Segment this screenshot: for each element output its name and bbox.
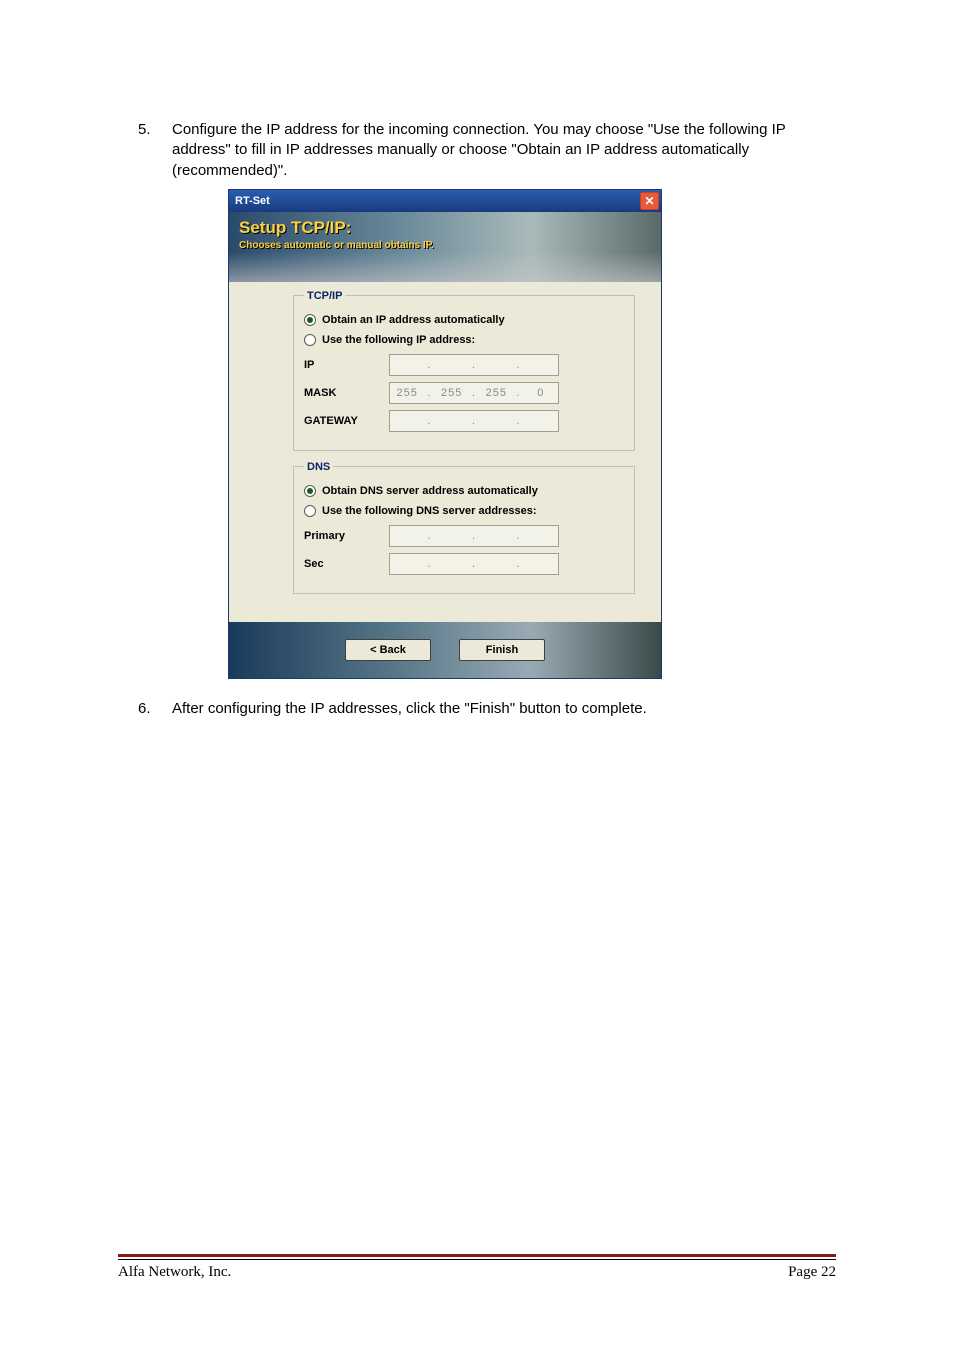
header-title: Setup TCP/IP:	[239, 218, 651, 238]
radio-label: Use the following IP address:	[322, 334, 475, 346]
window-title: RT-Set	[235, 195, 270, 207]
mask-label: MASK	[304, 387, 389, 399]
step-number: 6.	[138, 699, 172, 719]
header-subtitle: Chooses automatic or manual obtains IP.	[239, 240, 651, 251]
tcpip-group: TCP/IP Obtain an IP address automaticall…	[293, 290, 635, 451]
radio-icon	[304, 505, 316, 517]
dns-legend: DNS	[304, 461, 333, 473]
close-button[interactable]: ✕	[640, 192, 659, 210]
sec-input[interactable]: . . .	[389, 553, 559, 575]
radio-icon	[304, 334, 316, 346]
dialog-screenshot: RT-Set ✕ Setup TCP/IP: Chooses automatic…	[228, 189, 836, 679]
ip-label: IP	[304, 359, 389, 371]
radio-obtain-dns[interactable]: Obtain DNS server address automatically	[304, 485, 624, 497]
back-button[interactable]: < Back	[345, 639, 431, 661]
button-bar: < Back Finish	[229, 622, 661, 678]
gateway-input[interactable]: . . .	[389, 410, 559, 432]
page-footer: Alfa Network, Inc. Page 22	[118, 1254, 836, 1281]
footer-right: Page 22	[788, 1264, 836, 1281]
dialog-header: Setup TCP/IP: Chooses automatic or manua…	[229, 212, 661, 282]
radio-label: Obtain an IP address automatically	[322, 314, 505, 326]
footer-rule-thick	[118, 1254, 836, 1257]
mask-input[interactable]: 255. 255. 255. 0	[389, 382, 559, 404]
title-bar[interactable]: RT-Set ✕	[229, 190, 661, 212]
primary-row: Primary . . .	[304, 525, 624, 547]
radio-use-ip[interactable]: Use the following IP address:	[304, 334, 624, 346]
radio-obtain-ip[interactable]: Obtain an IP address automatically	[304, 314, 624, 326]
footer-left: Alfa Network, Inc.	[118, 1264, 231, 1281]
step-6: 6. After configuring the IP addresses, c…	[138, 699, 836, 719]
step-number: 5.	[138, 120, 172, 181]
step-text: After configuring the IP addresses, clic…	[172, 699, 836, 719]
sec-label: Sec	[304, 558, 389, 570]
gateway-label: GATEWAY	[304, 415, 389, 427]
step-text: Configure the IP address for the incomin…	[172, 120, 836, 181]
radio-use-dns[interactable]: Use the following DNS server addresses:	[304, 505, 624, 517]
radio-label: Use the following DNS server addresses:	[322, 505, 537, 517]
radio-label: Obtain DNS server address automatically	[322, 485, 538, 497]
dns-group: DNS Obtain DNS server address automatica…	[293, 461, 635, 594]
footer-rule-thin	[118, 1259, 836, 1260]
radio-icon	[304, 314, 316, 326]
primary-input[interactable]: . . .	[389, 525, 559, 547]
gateway-row: GATEWAY . . .	[304, 410, 624, 432]
ip-row: IP . . .	[304, 354, 624, 376]
primary-label: Primary	[304, 530, 389, 542]
finish-button[interactable]: Finish	[459, 639, 545, 661]
mask-row: MASK 255. 255. 255. 0	[304, 382, 624, 404]
radio-icon	[304, 485, 316, 497]
sec-row: Sec . . .	[304, 553, 624, 575]
tcpip-legend: TCP/IP	[304, 290, 345, 302]
step-5: 5. Configure the IP address for the inco…	[138, 120, 836, 181]
dialog-body: TCP/IP Obtain an IP address automaticall…	[229, 282, 661, 622]
ip-input[interactable]: . . .	[389, 354, 559, 376]
close-icon: ✕	[644, 194, 654, 208]
rt-set-dialog: RT-Set ✕ Setup TCP/IP: Chooses automatic…	[228, 189, 662, 679]
